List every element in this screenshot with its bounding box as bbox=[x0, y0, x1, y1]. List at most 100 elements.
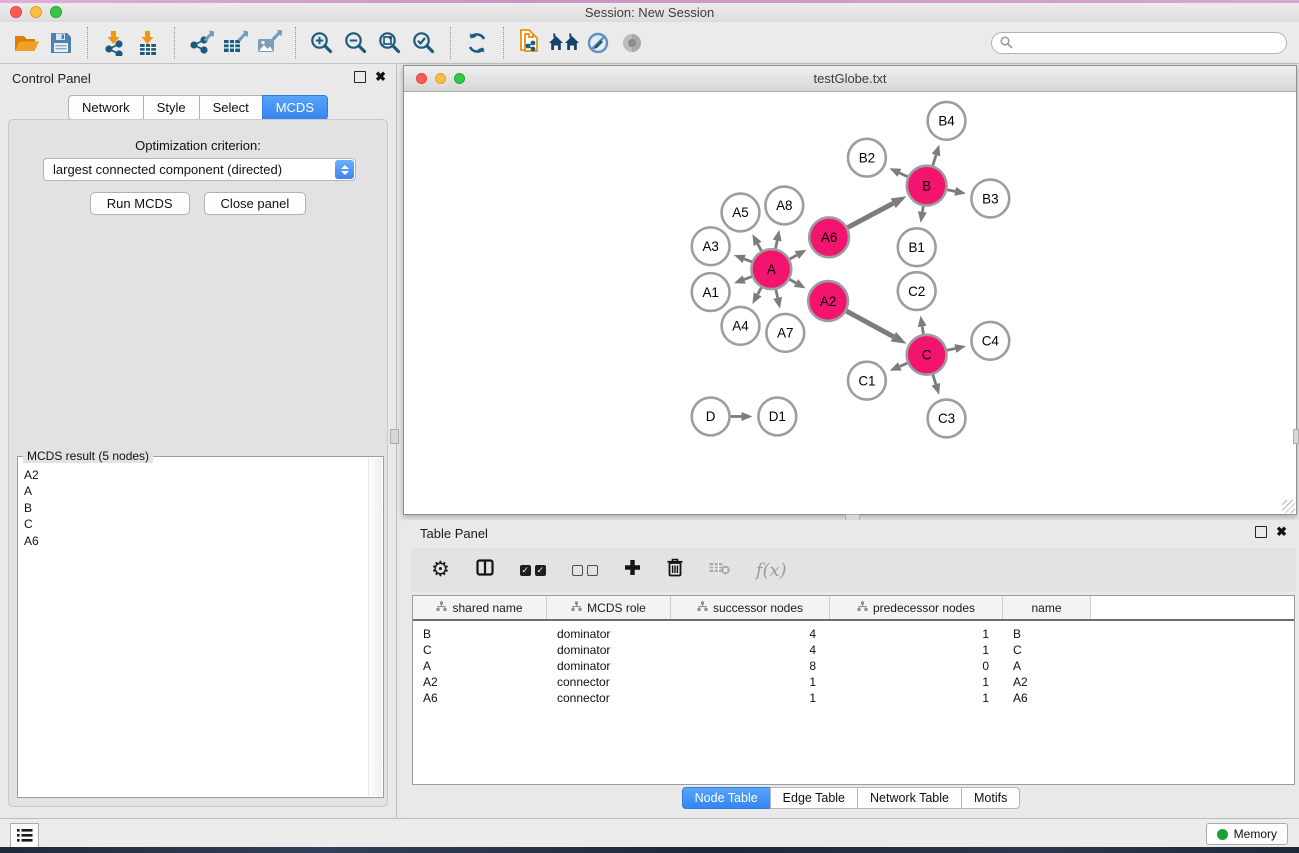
graph-node-A8[interactable]: A8 bbox=[765, 187, 803, 225]
tab-edge-table[interactable]: Edge Table bbox=[770, 787, 858, 809]
graph-edge-D-D1[interactable] bbox=[731, 412, 753, 421]
graph-node-C4[interactable]: C4 bbox=[971, 322, 1009, 360]
graph-node-B1[interactable]: B1 bbox=[898, 228, 936, 266]
zoom-in-icon[interactable] bbox=[305, 26, 339, 60]
tab-style[interactable]: Style bbox=[143, 95, 200, 120]
close-panel-icon[interactable]: ✖ bbox=[375, 71, 386, 83]
clone-network-icon[interactable] bbox=[513, 26, 547, 60]
graph-node-A5[interactable]: A5 bbox=[722, 194, 760, 232]
export-network-icon[interactable] bbox=[184, 26, 218, 60]
graph-node-D[interactable]: D bbox=[692, 398, 730, 436]
tab-select[interactable]: Select bbox=[199, 95, 263, 120]
graph-edge-A-A2[interactable] bbox=[790, 279, 806, 288]
graph-node-C[interactable]: C bbox=[907, 335, 947, 375]
graph-node-A4[interactable]: A4 bbox=[722, 307, 760, 345]
hide-graphics-details-icon[interactable] bbox=[581, 26, 615, 60]
column-header-MCDS-role[interactable]: MCDS role bbox=[547, 596, 671, 619]
column-header-shared-name[interactable]: shared name bbox=[413, 596, 547, 619]
tab-motifs[interactable]: Motifs bbox=[961, 787, 1020, 809]
delete-column-icon[interactable] bbox=[667, 558, 683, 582]
column-layout-icon[interactable] bbox=[476, 559, 494, 581]
graph-node-B3[interactable]: B3 bbox=[971, 180, 1009, 218]
tab-mcds[interactable]: MCDS bbox=[262, 95, 328, 120]
optimization-criterion-select[interactable]: largest connected component (directed) bbox=[43, 158, 356, 181]
graph-node-A1[interactable]: A1 bbox=[692, 273, 730, 311]
graph-edge-A-A5[interactable] bbox=[752, 234, 761, 251]
column-header-name[interactable]: name bbox=[1003, 596, 1091, 619]
graph-node-C3[interactable]: C3 bbox=[928, 400, 966, 438]
tab-network-table[interactable]: Network Table bbox=[857, 787, 962, 809]
task-history-button[interactable] bbox=[10, 823, 39, 848]
mcds-result-item[interactable]: A bbox=[24, 483, 368, 499]
float-table-panel-icon[interactable] bbox=[1255, 526, 1267, 538]
graph-edge-B-B2[interactable] bbox=[889, 168, 907, 177]
graph-edge-A-A7[interactable] bbox=[773, 290, 782, 309]
mcds-result-item[interactable]: C bbox=[24, 516, 368, 532]
splitter-handle-right[interactable] bbox=[1293, 429, 1299, 444]
column-header-successor-nodes[interactable]: successor nodes bbox=[671, 596, 830, 619]
zoom-fit-icon[interactable] bbox=[373, 26, 407, 60]
graph-edge-A-A3[interactable] bbox=[734, 255, 752, 263]
graph-node-C2[interactable]: C2 bbox=[898, 272, 936, 310]
graph-node-A[interactable]: A bbox=[751, 249, 791, 289]
graph-node-A6[interactable]: A6 bbox=[809, 217, 849, 257]
graph-edge-A-A4[interactable] bbox=[752, 288, 761, 305]
table-row[interactable]: A6connector11A6 bbox=[413, 690, 1294, 706]
deselect-all-checkboxes-icon[interactable] bbox=[572, 565, 598, 576]
export-image-icon[interactable] bbox=[252, 26, 286, 60]
mcds-result-list[interactable]: A2ABCA6 bbox=[18, 467, 368, 795]
close-table-panel-icon[interactable]: ✖ bbox=[1276, 526, 1287, 538]
graph-edge-A6-B[interactable] bbox=[848, 196, 907, 227]
settings-gear-icon[interactable]: ⚙ bbox=[431, 559, 450, 581]
open-session-icon[interactable] bbox=[10, 26, 44, 60]
graph-edge-A-A8[interactable] bbox=[773, 230, 782, 249]
mcds-result-item[interactable]: A6 bbox=[24, 533, 368, 549]
column-header-predecessor-nodes[interactable]: predecessor nodes bbox=[830, 596, 1003, 619]
graph-edge-A-A1[interactable] bbox=[734, 275, 752, 283]
zoom-selected-icon[interactable] bbox=[407, 26, 441, 60]
graph-edge-C-C2[interactable] bbox=[918, 316, 927, 334]
home-layout-icon[interactable] bbox=[547, 26, 581, 60]
table-row[interactable]: Adominator80A bbox=[413, 658, 1294, 674]
table-row[interactable]: Bdominator41B bbox=[413, 626, 1294, 642]
table-row[interactable]: Cdominator41C bbox=[413, 642, 1294, 658]
mcds-result-item[interactable]: A2 bbox=[24, 467, 368, 483]
refresh-view-icon[interactable] bbox=[460, 26, 494, 60]
graph-node-B2[interactable]: B2 bbox=[848, 139, 886, 177]
run-mcds-button[interactable]: Run MCDS bbox=[90, 192, 190, 215]
titlebar[interactable]: Session: New Session bbox=[0, 3, 1299, 23]
graph-node-A2[interactable]: A2 bbox=[808, 281, 848, 321]
select-all-checkboxes-icon[interactable]: ✓✓ bbox=[520, 565, 546, 576]
graph-node-B4[interactable]: B4 bbox=[928, 102, 966, 140]
network-window-titlebar[interactable]: testGlobe.txt bbox=[404, 66, 1296, 92]
import-table-icon[interactable] bbox=[131, 26, 165, 60]
close-panel-button[interactable]: Close panel bbox=[204, 192, 307, 215]
graph-node-B[interactable]: B bbox=[907, 166, 947, 206]
memory-button[interactable]: Memory bbox=[1206, 823, 1288, 845]
graph-edge-B-B3[interactable] bbox=[947, 187, 966, 196]
add-column-icon[interactable] bbox=[624, 559, 641, 581]
splitter-handle-left[interactable] bbox=[390, 429, 399, 444]
graph-node-C1[interactable]: C1 bbox=[848, 362, 886, 400]
float-panel-icon[interactable] bbox=[354, 71, 366, 83]
graph-edge-A2-C[interactable] bbox=[846, 311, 906, 344]
save-session-icon[interactable] bbox=[44, 26, 78, 60]
graph-edge-B-B1[interactable] bbox=[918, 206, 927, 223]
network-canvas[interactable]: B4 B2 B B3 A8A5 A6 A3 B1 A C2 A1 A2 A4A7 C4 C C1 D D1 C3 bbox=[404, 92, 1296, 514]
import-network-icon[interactable] bbox=[97, 26, 131, 60]
tab-network[interactable]: Network bbox=[68, 95, 144, 120]
delete-table-icon[interactable] bbox=[709, 561, 730, 580]
graph-edge-C-C1[interactable] bbox=[890, 362, 908, 370]
function-builder-icon[interactable]: f(x) bbox=[756, 560, 787, 581]
result-scrollbar[interactable] bbox=[368, 458, 382, 796]
show-graphics-details-icon[interactable] bbox=[615, 26, 649, 60]
export-table-icon[interactable] bbox=[218, 26, 252, 60]
graph-edge-B-B4[interactable] bbox=[932, 145, 941, 166]
graph-node-A3[interactable]: A3 bbox=[692, 227, 730, 265]
graph-node-A7[interactable]: A7 bbox=[766, 314, 804, 352]
resize-grip-icon[interactable] bbox=[1282, 500, 1295, 513]
search-field[interactable] bbox=[991, 32, 1287, 54]
graph-edge-C-C4[interactable] bbox=[947, 344, 966, 353]
mcds-result-item[interactable]: B bbox=[24, 500, 368, 516]
graph-node-D1[interactable]: D1 bbox=[758, 398, 796, 436]
